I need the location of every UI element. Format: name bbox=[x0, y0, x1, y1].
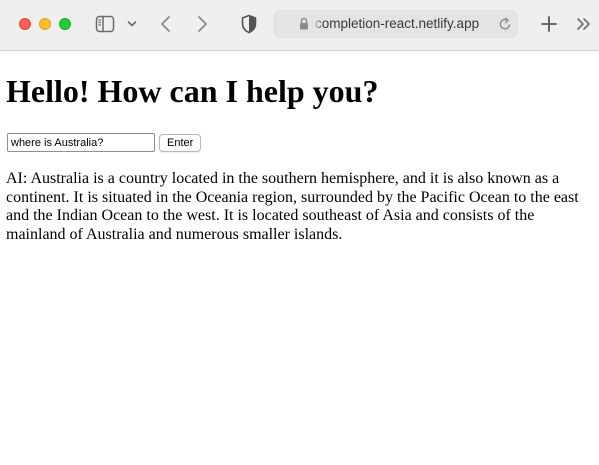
double-chevron-icon[interactable] bbox=[575, 15, 591, 33]
prompt-input[interactable] bbox=[7, 133, 155, 152]
page-content: Hello! How can I help you? Enter AI: Aus… bbox=[0, 51, 599, 465]
back-arrow-icon[interactable] bbox=[158, 14, 174, 34]
forward-arrow-icon[interactable] bbox=[194, 14, 210, 34]
reload-icon[interactable] bbox=[498, 16, 512, 32]
maximize-window-button[interactable] bbox=[59, 18, 71, 30]
chevron-down-icon[interactable] bbox=[126, 17, 138, 31]
ai-response: AI: Australia is a country located in th… bbox=[6, 170, 579, 243]
prompt-form: Enter bbox=[7, 133, 202, 152]
shield-icon[interactable] bbox=[240, 14, 258, 34]
sidebar-icon[interactable] bbox=[95, 15, 115, 33]
plus-icon[interactable] bbox=[540, 14, 558, 34]
url-fade bbox=[313, 14, 323, 34]
page-heading: Hello! How can I help you? bbox=[6, 73, 379, 109]
minimize-window-button[interactable] bbox=[39, 18, 51, 30]
url-text[interactable]: completion-react.netlify.app bbox=[315, 16, 493, 32]
lock-icon bbox=[299, 17, 309, 31]
address-bar[interactable]: completion-react.netlify.app bbox=[273, 10, 518, 38]
close-window-button[interactable] bbox=[19, 18, 31, 30]
browser-toolbar: completion-react.netlify.app bbox=[0, 0, 599, 51]
enter-button[interactable]: Enter bbox=[159, 133, 202, 152]
